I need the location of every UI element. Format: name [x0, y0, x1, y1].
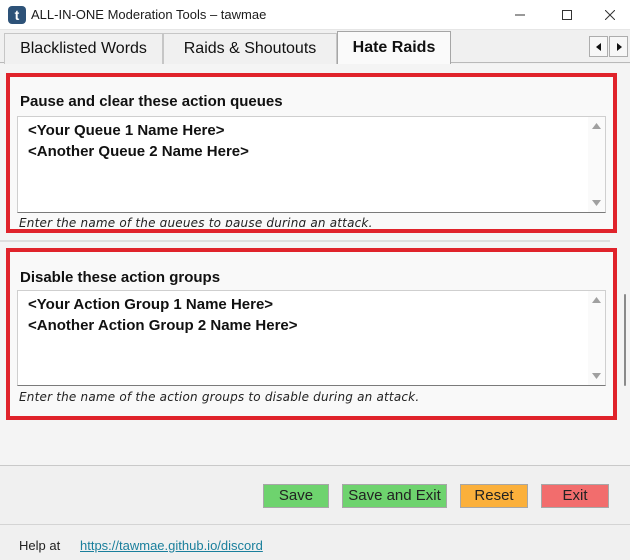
section-title: Disable these action groups — [20, 269, 221, 286]
action-groups-section: Disable these action groups <Your Action… — [6, 248, 617, 420]
hint-text: Enter the name of the queues to pause du… — [19, 216, 373, 227]
scroll-down-icon[interactable] — [592, 200, 601, 206]
exit-button[interactable]: Exit — [541, 484, 609, 508]
window-title: ALL-IN-ONE Moderation Tools – tawmae — [31, 7, 267, 22]
arrow-right-icon — [616, 42, 622, 51]
arrow-left-icon — [595, 42, 601, 51]
title-bar: t ALL-IN-ONE Moderation Tools – tawmae — [0, 0, 630, 30]
tab-raids-shoutouts[interactable]: Raids & Shoutouts — [163, 33, 337, 64]
reset-button[interactable]: Reset — [460, 484, 528, 508]
action-queues-textarea[interactable]: <Your Queue 1 Name Here> <Another Queue … — [17, 116, 606, 213]
footer: Help at https://tawmae.github.io/discord — [0, 526, 630, 560]
scroll-down-icon[interactable] — [592, 373, 601, 379]
close-button[interactable] — [590, 0, 630, 30]
textarea-line: <Another Queue 2 Name Here> — [28, 143, 249, 160]
divider — [0, 240, 610, 242]
panel-scrollbar-thumb[interactable] — [624, 294, 626, 386]
textarea-line: <Your Queue 1 Name Here> — [28, 122, 225, 139]
textarea-scrollbar[interactable] — [588, 291, 605, 385]
scroll-up-icon[interactable] — [592, 297, 601, 303]
content-panel: Pause and clear these action queues <You… — [0, 64, 630, 466]
hint-text: Enter the name of the action groups to d… — [19, 390, 420, 404]
tab-hate-raids[interactable]: Hate Raids — [337, 31, 451, 64]
textarea-line: <Your Action Group 1 Name Here> — [28, 296, 274, 313]
action-queues-section: Pause and clear these action queues <You… — [6, 73, 617, 233]
save-button[interactable]: Save — [263, 484, 329, 508]
discord-link[interactable]: https://tawmae.github.io/discord — [80, 538, 263, 553]
minimize-icon — [515, 14, 525, 16]
tab-scroll-left-button[interactable] — [589, 36, 608, 57]
minimize-button[interactable] — [497, 0, 543, 30]
maximize-button[interactable] — [544, 0, 590, 30]
save-and-exit-button[interactable]: Save and Exit — [342, 484, 447, 508]
textarea-line: <Another Action Group 2 Name Here> — [28, 317, 298, 334]
scroll-up-icon[interactable] — [592, 123, 601, 129]
section-title: Pause and clear these action queues — [20, 93, 283, 110]
button-bar: Save Save and Exit Reset Exit — [0, 467, 630, 525]
maximize-icon — [562, 10, 572, 20]
tab-scroll-right-button[interactable] — [609, 36, 628, 57]
action-groups-textarea[interactable]: <Your Action Group 1 Name Here> <Another… — [17, 290, 606, 386]
app-logo-icon: t — [8, 6, 26, 24]
textarea-scrollbar[interactable] — [588, 117, 605, 212]
close-icon — [605, 10, 615, 20]
tab-strip: Blacklisted Words Raids & Shoutouts Hate… — [0, 30, 630, 64]
help-label: Help at — [19, 538, 61, 553]
tab-blacklisted-words[interactable]: Blacklisted Words — [4, 33, 163, 64]
